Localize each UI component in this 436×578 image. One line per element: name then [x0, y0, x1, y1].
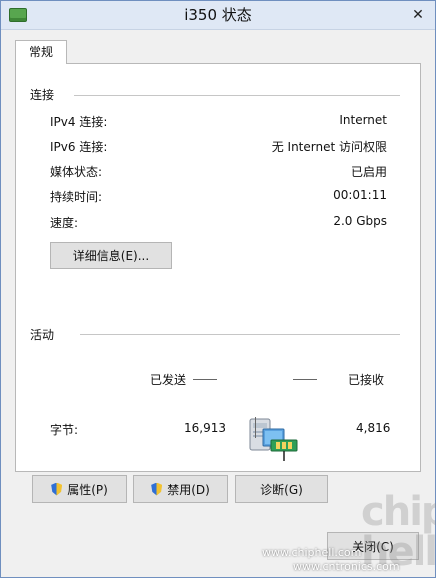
bytes-label: 字节:	[50, 423, 79, 437]
activity-section-title: 活动	[30, 328, 55, 342]
uac-shield-icon	[51, 483, 62, 496]
received-label: 已接收	[348, 373, 385, 387]
duration-label: 持续时间:	[50, 190, 103, 204]
tab-general[interactable]: 常规	[15, 40, 67, 64]
sent-label: 已发送	[150, 373, 187, 387]
duration-value: 00:01:11	[333, 188, 387, 202]
connection-section-divider	[74, 95, 400, 96]
close-button-label: 关闭(C)	[352, 539, 394, 554]
window-title: i350 状态	[184, 6, 252, 24]
ipv6-connection-label: IPv6 连接:	[50, 140, 108, 154]
received-connector	[293, 379, 317, 380]
cntronics-site-watermark: www.cntronics.com	[293, 560, 400, 573]
diagnose-button-label: 诊断(G)	[260, 482, 303, 497]
disable-button-label: 禁用(D)	[167, 482, 210, 497]
details-button-label: 详细信息(E)...	[72, 249, 150, 263]
ipv6-connection-value: 无 Internet 访问权限	[271, 140, 387, 154]
sent-connector	[193, 379, 217, 380]
properties-button[interactable]: 属性(P)	[32, 475, 127, 503]
uac-shield-icon	[151, 483, 162, 496]
title-bar: i350 状态 ✕	[1, 1, 435, 30]
media-state-label: 媒体状态:	[50, 165, 103, 179]
activity-section-divider	[80, 334, 400, 335]
details-button[interactable]: 详细信息(E)...	[50, 242, 172, 269]
close-button[interactable]: 关闭(C)	[327, 532, 419, 560]
diagnose-button[interactable]: 诊断(G)	[235, 475, 328, 503]
ipv4-connection-value: Internet	[339, 113, 387, 127]
status-window: i350 状态 ✕ 常规 连接 IPv4 连接: Internet IPv6 连…	[0, 0, 436, 578]
speed-label: 速度:	[50, 216, 79, 230]
general-tab-panel: 连接 IPv4 连接: Internet IPv6 连接: 无 Internet…	[15, 63, 421, 472]
connection-section-title: 连接	[30, 88, 55, 102]
bytes-sent-value: 16,913	[184, 421, 226, 435]
ipv4-connection-label: IPv4 连接:	[50, 115, 108, 129]
computer-network-icon	[245, 416, 299, 464]
close-window-button[interactable]: ✕	[407, 6, 429, 24]
disable-button[interactable]: 禁用(D)	[133, 475, 228, 503]
speed-value: 2.0 Gbps	[333, 214, 387, 228]
bytes-received-value: 4,816	[356, 421, 391, 435]
media-state-value: 已启用	[350, 165, 387, 179]
properties-button-label: 属性(P)	[67, 482, 108, 497]
bytes-divider	[255, 417, 256, 438]
